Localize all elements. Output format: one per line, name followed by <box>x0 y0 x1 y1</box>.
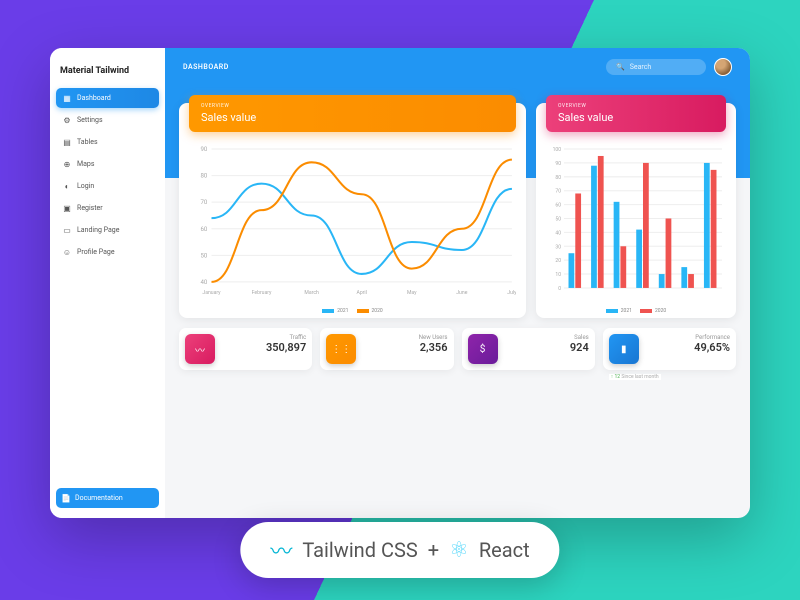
users-icon: ⋮⋮ <box>326 334 356 364</box>
dashboard-icon: ▦ <box>63 94 71 102</box>
promo-text-a: Tailwind CSS <box>302 538 417 562</box>
sidebar-item-dashboard[interactable]: ▦ Dashboard <box>56 88 159 108</box>
tailwind-icon: 〰 <box>270 534 292 566</box>
svg-text:90: 90 <box>200 146 207 153</box>
sidebar-item-tables[interactable]: ▤ Tables <box>56 132 159 152</box>
sidebar-item-label: Register <box>77 204 103 212</box>
documentation-button[interactable]: 📄 Documentation <box>56 488 159 508</box>
dollar-icon: $ <box>468 334 498 364</box>
sidebar-item-maps[interactable]: ⊕ Maps <box>56 154 159 174</box>
table-icon: ▤ <box>63 138 71 146</box>
search-box[interactable]: 🔍 <box>606 59 706 75</box>
sidebar-item-label: Dashboard <box>77 94 111 102</box>
svg-text:60: 60 <box>555 203 561 209</box>
content: OVERVIEW Sales value 405060708090January… <box>165 178 750 518</box>
gear-icon: ⚙ <box>63 116 71 124</box>
chart-header: OVERVIEW Sales value <box>189 95 516 132</box>
nav: ▦ Dashboard ⚙ Settings ▤ Tables ⊕ Maps ◐ Logi… <box>56 88 159 488</box>
sidebar-item-label: Profile Page <box>77 248 115 256</box>
chart-legend: 2021 2020 <box>179 308 526 314</box>
sidebar-item-label: Login <box>77 182 94 190</box>
promo-plus: + <box>428 538 439 562</box>
stats-row: 〰Traffic350,897 ⋮⋮New Users2,356 $Sales9… <box>179 328 736 370</box>
react-icon: ⚛ <box>449 538 469 563</box>
document-icon: 📄 <box>62 494 70 502</box>
bar-chart: 0 10 20 30 40 50 60 70 80 90 100 <box>546 145 726 296</box>
svg-text:60: 60 <box>200 226 207 233</box>
sidebar-item-label: Settings <box>77 116 103 124</box>
svg-text:50: 50 <box>555 216 561 222</box>
breadcrumb: DASHBOARD <box>183 63 229 71</box>
line-chart-card: OVERVIEW Sales value 40 50 60 70 80 90 January… <box>179 103 526 318</box>
svg-text:May: May <box>407 290 417 296</box>
avatar[interactable] <box>714 58 732 76</box>
doc-label: Documentation <box>75 494 123 502</box>
svg-text:April: April <box>356 290 366 296</box>
svg-text:50: 50 <box>200 252 207 259</box>
svg-text:March: March <box>304 290 319 296</box>
chart-title: Sales value <box>201 111 504 124</box>
chart-header: OVERVIEW Sales value <box>546 95 726 132</box>
bar-chart-card: OVERVIEW Sales value 0 10 20 30 40 50 60 70 80 90… <box>536 103 736 318</box>
sidebar-item-settings[interactable]: ⚙ Settings <box>56 110 159 130</box>
stat-delta: ↑ 12 Since last month <box>609 374 661 380</box>
brand-title: Material Tailwind <box>56 58 159 88</box>
promo-text-b: React <box>479 538 530 562</box>
sidebar: Material Tailwind ▦ Dashboard ⚙ Settings ▤… <box>50 48 165 518</box>
search-input[interactable] <box>630 63 696 71</box>
main: DASHBOARD 🔍 OVERVIEW Sales value <box>165 48 750 518</box>
sidebar-item-label: Landing Page <box>77 226 119 234</box>
register-icon: ▣ <box>63 204 71 212</box>
sidebar-item-register[interactable]: ▣ Register <box>56 198 159 218</box>
svg-text:40: 40 <box>200 279 207 286</box>
svg-text:70: 70 <box>200 199 207 206</box>
stat-traffic: 〰Traffic350,897 <box>179 328 312 370</box>
promo-badge: 〰 Tailwind CSS + ⚛ React <box>240 522 559 578</box>
svg-text:June: June <box>456 290 467 296</box>
sidebar-item-login[interactable]: ◐ Login <box>56 176 159 196</box>
trend-icon: 〰 <box>185 334 215 364</box>
sidebar-item-label: Tables <box>77 138 98 146</box>
svg-text:20: 20 <box>555 258 561 264</box>
landing-icon: ▭ <box>63 226 71 234</box>
svg-text:80: 80 <box>555 175 561 181</box>
svg-text:February: February <box>252 290 272 296</box>
sidebar-item-label: Maps <box>77 160 94 168</box>
stat-sales: $Sales924 <box>462 328 595 370</box>
chart-title: Sales value <box>558 111 714 124</box>
profile-icon: ☺ <box>63 248 71 256</box>
svg-text:90: 90 <box>555 161 561 167</box>
svg-text:January: January <box>202 290 221 296</box>
search-icon: 🔍 <box>616 63 625 71</box>
app-window: Material Tailwind ▦ Dashboard ⚙ Settings ▤… <box>50 48 750 518</box>
login-icon: ◐ <box>63 182 71 190</box>
svg-text:70: 70 <box>555 189 561 195</box>
sidebar-item-profile[interactable]: ☺ Profile Page <box>56 242 159 262</box>
map-icon: ⊕ <box>63 160 71 168</box>
svg-text:July: July <box>507 290 516 296</box>
chart-legend: 2021 2020 <box>536 308 736 314</box>
svg-text:10: 10 <box>555 272 561 278</box>
svg-text:30: 30 <box>555 244 561 250</box>
stat-users: ⋮⋮New Users2,356 <box>320 328 453 370</box>
chart-overview: OVERVIEW <box>201 103 504 109</box>
stat-performance: ▮Performance49,65%↑ 12 Since last month <box>603 328 736 370</box>
chart-icon: ▮ <box>609 334 639 364</box>
line-chart: 40 50 60 70 80 90 January February March April May… <box>189 145 516 296</box>
svg-text:100: 100 <box>553 147 562 153</box>
svg-text:80: 80 <box>200 173 207 180</box>
chart-overview: OVERVIEW <box>558 103 714 109</box>
svg-text:40: 40 <box>555 230 561 236</box>
svg-text:0: 0 <box>558 286 561 292</box>
sidebar-item-landing[interactable]: ▭ Landing Page <box>56 220 159 240</box>
